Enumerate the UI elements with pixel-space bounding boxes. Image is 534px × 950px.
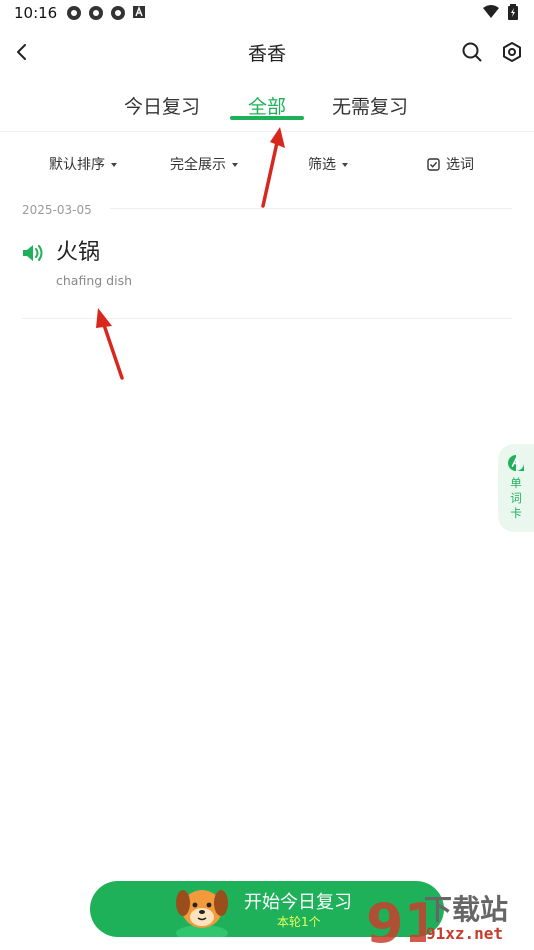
caret-down-icon — [111, 163, 117, 167]
filter-dropdown[interactable]: 筛选 — [308, 154, 348, 174]
speaker-icon[interactable] — [22, 244, 44, 262]
word-card-side-tab[interactable]: 单 词 卡 — [498, 444, 534, 532]
notification-app-icon — [111, 6, 125, 20]
dog-mascot-icon — [176, 890, 228, 937]
page-title: 香香 — [247, 43, 286, 65]
annotation-arrow — [261, 127, 285, 208]
watermark: 91 下载站 91xz.net — [364, 886, 534, 950]
display-dropdown-label: 完全展示 — [170, 157, 226, 173]
caret-down-icon — [232, 163, 238, 167]
select-words-button[interactable]: 选词 — [427, 154, 474, 174]
tab-no-review[interactable]: 无需复习 — [332, 92, 408, 119]
settings-icon — [503, 42, 521, 62]
checkbox-icon — [427, 157, 440, 171]
app-bar: 香香 — [0, 30, 534, 74]
active-tab-indicator — [230, 116, 304, 120]
caret-down-icon — [342, 163, 348, 167]
filter-dropdown-label: 筛选 — [308, 157, 336, 173]
tab-today-review[interactable]: 今日复习 — [124, 92, 200, 119]
status-bar: 10:16 — [0, 0, 534, 28]
search-button[interactable] — [456, 36, 488, 68]
status-time: 10:16 — [14, 4, 58, 22]
watermark-url: 91xz.net — [426, 924, 504, 943]
sort-dropdown[interactable]: 默认排序 — [49, 154, 117, 174]
tab-all[interactable]: 全部 — [248, 92, 286, 119]
annotation-arrow — [96, 308, 124, 380]
word-card-icon — [508, 455, 524, 471]
settings-button[interactable] — [496, 36, 528, 68]
select-words-label: 选词 — [446, 157, 474, 173]
start-review-subtitle: 本轮1个 — [277, 915, 321, 929]
sort-dropdown-label: 默认排序 — [49, 157, 105, 173]
svg-text:91: 91 — [366, 892, 426, 950]
word-meaning: chafing dish — [56, 273, 133, 288]
watermark-text: 下载站 — [424, 893, 509, 926]
start-review-title: 开始今日复习 — [244, 892, 352, 913]
system-icons — [482, 4, 518, 20]
notification-icons — [66, 5, 146, 21]
word-card-label: 单 词 卡 — [510, 476, 522, 520]
watermark-logo-icon: 91 — [366, 892, 426, 950]
notification-app-icon — [67, 6, 81, 20]
date-divider — [110, 208, 512, 209]
search-icon — [462, 42, 482, 62]
battery-icon — [508, 4, 518, 20]
notification-app-icon — [89, 6, 103, 20]
word-text: 火锅 — [56, 240, 101, 265]
notification-a-icon — [133, 6, 145, 18]
display-dropdown[interactable]: 完全展示 — [170, 154, 238, 174]
list-item[interactable]: 火锅 chafing dish — [0, 226, 534, 318]
wifi-icon — [483, 5, 499, 18]
date-header: 2025-03-05 — [22, 203, 92, 217]
